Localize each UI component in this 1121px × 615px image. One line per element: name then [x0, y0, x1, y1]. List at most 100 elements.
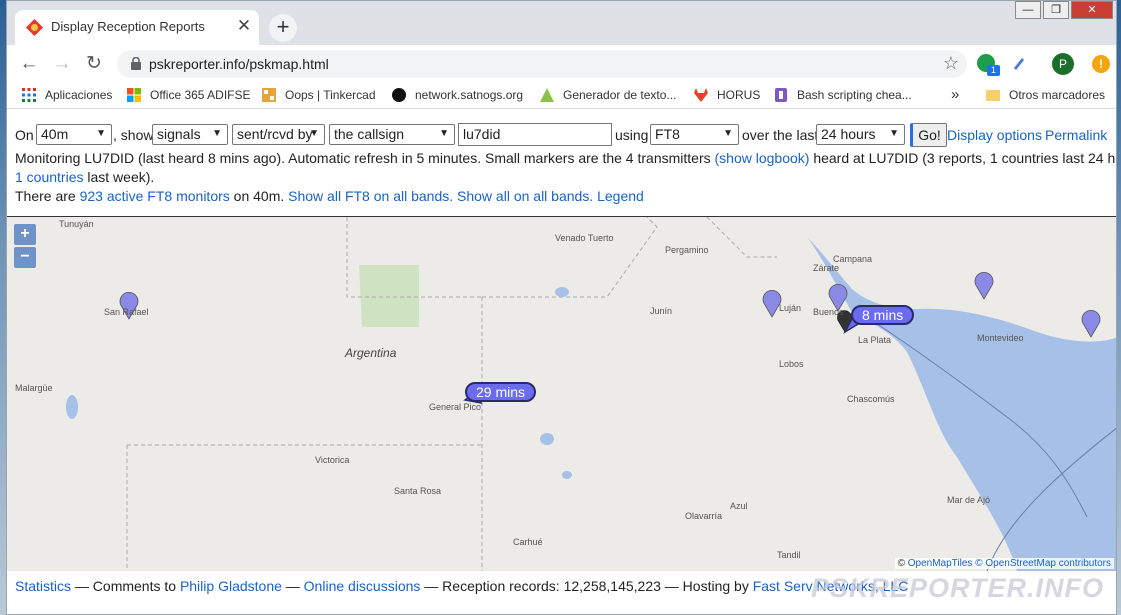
place-label: Venado Tuerto [555, 233, 614, 243]
show-all-bands-link[interactable]: Show all on all bands. [457, 188, 593, 204]
bookmark-text-generator[interactable]: Generador de texto... [539, 86, 676, 104]
office-icon [127, 88, 141, 102]
zoom-in-button[interactable]: + [14, 224, 36, 245]
tab-close-icon[interactable]: ✕ [234, 16, 254, 36]
direction-select[interactable]: sent/rcvd by ▼ [232, 124, 325, 145]
pen-extension-icon[interactable] [1010, 54, 1028, 72]
place-label: Mar de Ajó [947, 495, 991, 505]
openmaptiles-link[interactable]: OpenMapTiles [908, 558, 973, 569]
address-bar[interactable]: pskreporter.info/pskmap.html ☆ [117, 50, 967, 78]
protected-area [359, 265, 419, 327]
status-text: heard at LU7DID (3 reports, 1 countries … [813, 150, 1116, 166]
chevron-down-icon: ▼ [889, 128, 899, 139]
author-link[interactable]: Philip Gladstone [180, 578, 282, 594]
place-label: Junín [650, 306, 673, 316]
show-label: , show [113, 127, 154, 143]
countries-link[interactable]: 1 countries [15, 169, 83, 185]
bookmark-bash[interactable]: Bash scripting chea... [773, 86, 912, 104]
query-controls: On 40m ▼ , show signals ▼ sent/rcvd by ▼ th… [15, 123, 1115, 147]
permalink-link[interactable]: Permalink [1045, 127, 1107, 143]
attribution-prefix: © [897, 558, 905, 569]
zoom-out-button[interactable]: − [14, 247, 36, 268]
other-bookmarks-folder[interactable]: Otros marcadores [985, 86, 1105, 104]
pskreporter-favicon-icon [26, 19, 43, 36]
place-label: Zárate [813, 263, 840, 273]
band-value: 40m [41, 126, 69, 142]
place-label: Azul [730, 501, 748, 511]
text-generator-icon [540, 88, 554, 102]
update-warning-icon[interactable]: ! [1092, 55, 1110, 73]
forward-arrow-icon[interactable]: → [49, 51, 75, 77]
reload-icon[interactable]: ↻ [81, 51, 107, 77]
legend-link[interactable]: Legend [597, 188, 644, 204]
bookmark-label: Aplicaciones [45, 88, 113, 102]
maximize-button[interactable]: ❐ [1043, 1, 1069, 19]
bookmark-satnogs[interactable]: network.satnogs.org [391, 86, 523, 104]
openstreetmap-link[interactable]: © OpenStreetMap contributors [975, 558, 1111, 569]
footer-text: — Comments to [74, 578, 177, 594]
place-label: Carhué [513, 537, 543, 547]
place-label: Tunuyán [59, 219, 94, 229]
callsign-input[interactable]: lu7did [458, 123, 612, 146]
place-label: Malargüe [15, 383, 53, 393]
new-tab-button[interactable]: + [269, 14, 297, 42]
status-text: Monitoring LU7DID (last heard 8 mins ago… [15, 150, 711, 166]
using-label: using [615, 127, 649, 143]
tab-strip: Display Reception Reports ✕ + — ❐ ✕ [7, 1, 1116, 45]
bookmark-aplicaciones[interactable]: Aplicaciones [21, 86, 112, 104]
discussions-link[interactable]: Online discussions [304, 578, 421, 594]
minimize-button[interactable]: — [1015, 1, 1041, 19]
statistics-link[interactable]: Statistics [15, 578, 71, 594]
bookmark-horus[interactable]: HORUS [693, 86, 760, 104]
back-arrow-icon[interactable]: ← [16, 51, 42, 77]
chevron-down-icon: ▼ [96, 128, 106, 139]
place-label: Santa Rosa [394, 486, 442, 496]
show-ft8-all-bands-link[interactable]: Show all FT8 on all bands. [288, 188, 453, 204]
profile-avatar[interactable]: P [1052, 53, 1074, 75]
extension-badge: 1 [987, 65, 1000, 76]
active-monitors-link[interactable]: 923 active FT8 monitors [80, 188, 230, 204]
bookmark-label: HORUS [717, 88, 761, 102]
browser-toolbar: ← → ↻ pskreporter.info/pskmap.html ☆ [7, 45, 1116, 81]
bookmark-label: Otros marcadores [1009, 88, 1106, 102]
bookmark-label: Bash scripting chea... [797, 88, 912, 102]
period-select[interactable]: 24 hours ▼ [816, 124, 905, 145]
bookmark-tinkercad[interactable]: Oops | Tinkercad [261, 86, 376, 104]
bookmark-office[interactable]: Office 365 ADIFSE [126, 86, 251, 104]
tab-display-reception-reports[interactable]: Display Reception Reports ✕ [15, 10, 259, 45]
gitlab-icon [694, 88, 708, 102]
window-close-button[interactable]: ✕ [1071, 1, 1113, 19]
target-select[interactable]: the callsign ▼ [329, 124, 455, 145]
place-label: Lobos [779, 359, 804, 369]
map-attribution: © OpenMapTiles © OpenStreetMap contribut… [894, 558, 1114, 569]
pskreporter-watermark: PSKREPORTER.INFO [811, 573, 1105, 603]
direction-value: sent/rcvd by [237, 126, 313, 142]
signals-select[interactable]: signals ▼ [152, 124, 228, 145]
bookmarks-bar: Aplicaciones Office 365 ADIFSE Oops | Ti… [7, 81, 1116, 109]
footer-text: — [285, 578, 300, 594]
report-age-bubble[interactable]: 8 mins [851, 305, 915, 325]
mode-select[interactable]: FT8 ▼ [650, 124, 739, 145]
tinkercad-icon [262, 88, 276, 102]
bookmarks-overflow-button[interactable]: » [951, 86, 959, 104]
what-value: signals [157, 126, 201, 142]
show-logbook-link[interactable]: (show logbook) [715, 150, 810, 166]
country-label: Argentina [345, 346, 397, 360]
place-label: Luján [779, 303, 802, 313]
status-text: There are [15, 188, 76, 204]
bookmark-star-icon[interactable]: ☆ [943, 53, 959, 74]
display-options-link[interactable]: Display options [947, 127, 1042, 143]
reception-map[interactable]: + − Argentina Tunuyán Venado Tuerto Perg… [7, 217, 1116, 571]
status-text: last week). [87, 169, 155, 185]
go-button[interactable]: Go! [910, 123, 947, 147]
mode-value: FT8 [655, 126, 680, 142]
period-value: 24 hours [821, 126, 876, 142]
footer-text: — Reception records: 12,258,145,223 — Ho… [424, 578, 749, 594]
browser-window: Display Reception Reports ✕ + — ❐ ✕ ← → … [6, 0, 1117, 615]
target-value: the callsign [334, 126, 405, 142]
chevron-down-icon: ▼ [439, 128, 449, 139]
band-select[interactable]: 40m ▼ [36, 124, 112, 145]
report-age-bubble[interactable]: 29 mins [465, 382, 537, 402]
chevron-down-icon: ▼ [309, 128, 319, 139]
status-text: on 40m. [233, 188, 285, 204]
